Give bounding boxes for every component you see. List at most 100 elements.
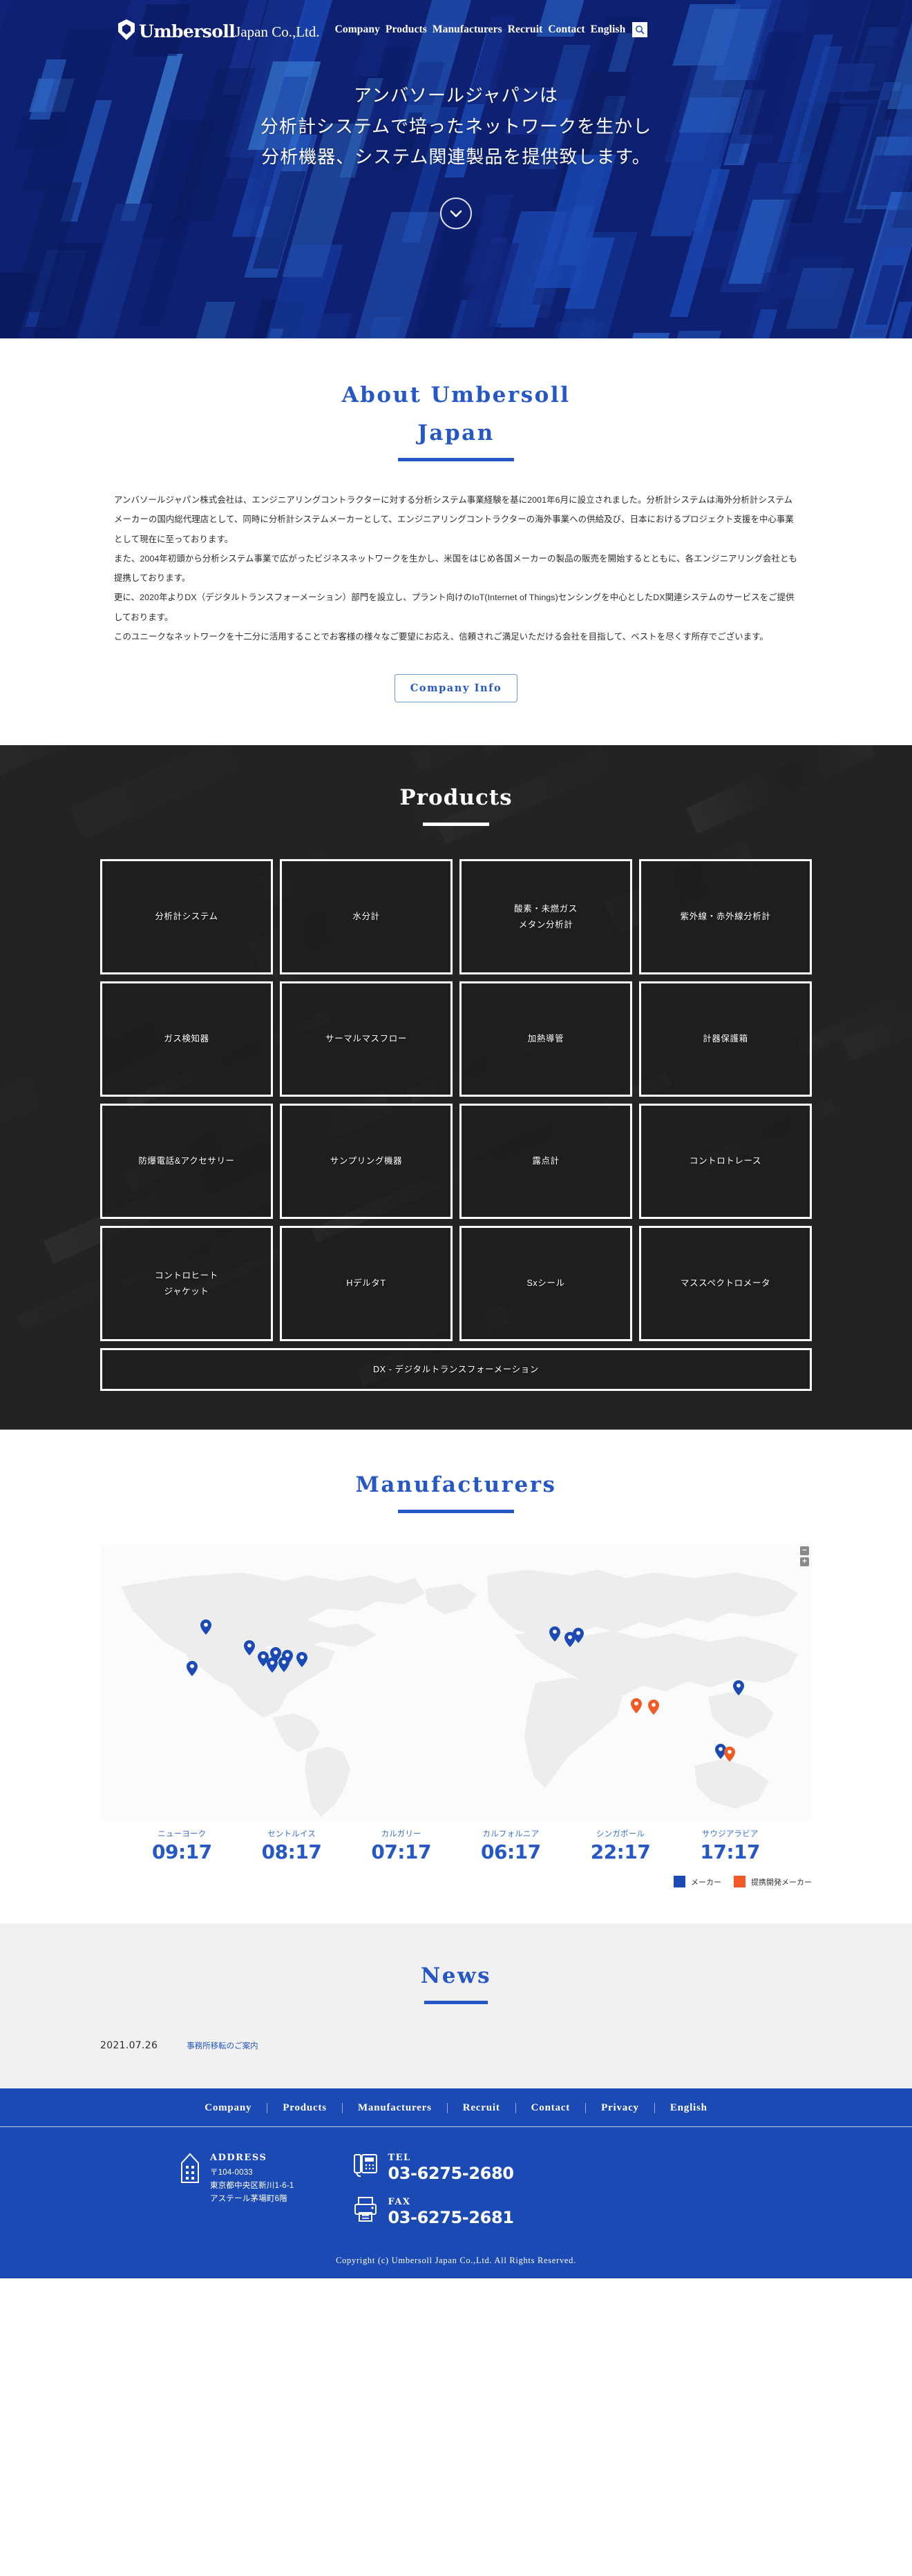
products-section: Products 分析計システム 水分計 酸素・未燃ガス メタン分析計 紫外線・赤外線… <box>0 745 912 1430</box>
nav-item-recruit[interactable]: Recruit <box>505 23 546 36</box>
hero-line-3: 分析機器、システム関連製品を提供致します。 <box>261 146 651 168</box>
product-tile[interactable]: 加熱導管 <box>459 981 632 1097</box>
product-tile[interactable]: コントロヒート ジャケット <box>100 1226 273 1342</box>
news-item-date: 2021.07.26 <box>100 2040 158 2052</box>
product-tile[interactable]: 計器保護箱 <box>639 981 812 1097</box>
product-tile[interactable]: 分析計システム <box>100 859 273 975</box>
clock-time-value: 07:17 <box>371 1840 431 1864</box>
nav-item-products[interactable]: Products <box>383 23 430 36</box>
product-tile-dx[interactable]: DX - デジタルトランスフォーメーション <box>100 1348 812 1392</box>
news-item[interactable]: 2021.07.26 事務所移転のご案内 <box>100 2037 812 2054</box>
clock-time-value: 22:17 <box>590 1840 651 1864</box>
about-body: アンバソールジャパン株式会社は、エンジニアリングコントラクターに対する分析システ… <box>114 490 798 646</box>
manufacturers-title-underline <box>398 1510 514 1514</box>
map-zoom-controls[interactable]: − + <box>800 1546 809 1567</box>
map-pin-maker[interactable] <box>733 1680 744 1696</box>
footer-nav-item-manufacturers[interactable]: Manufacturers <box>343 2102 447 2114</box>
product-tile-label: 水分計 <box>352 912 380 922</box>
legend-label: 提携開発メーカー <box>751 1878 812 1887</box>
about-paragraph-4: このユニークなネットワークを十二分に活用することでお客様の様々なご要望にお応え、… <box>114 631 768 642</box>
nav-item-manufacturers[interactable]: Manufacturers <box>430 23 505 36</box>
product-tile[interactable]: Sxシール <box>459 1226 632 1342</box>
product-tile[interactable]: サーマルマスフロー <box>280 981 453 1097</box>
clock-item: シンガポール 22:17 <box>591 1828 651 1863</box>
map-pin-partner[interactable] <box>648 1700 659 1715</box>
product-tile-label: 分析計システム <box>155 912 218 922</box>
footer-nav-item-contact[interactable]: Contact <box>516 2102 585 2114</box>
map-pin-maker[interactable] <box>187 1661 198 1677</box>
tel-value[interactable]: 03-6275-2680 <box>388 2164 514 2184</box>
product-tile-label: 加熱導管 <box>527 1034 564 1044</box>
hero-section: Umbersoll Japan Co.,Ltd. Company Product… <box>0 0 912 338</box>
product-tile-label: コントロヒート ジャケット <box>155 1270 218 1296</box>
map-zoom-in-button[interactable]: + <box>800 1557 809 1567</box>
about-paragraph-1: アンバソールジャパン株式会社は、エンジニアリングコントラクターに対する分析システ… <box>114 495 794 544</box>
about-title-line-2: Japan <box>417 421 495 445</box>
nav-item-company[interactable]: Company <box>332 23 383 36</box>
hero-line-2: 分析計システムで培ったネットワークを生かし <box>260 115 652 137</box>
clock-item: サウジアラビア 17:17 <box>700 1828 760 1863</box>
tel-label: TEL <box>388 2153 411 2164</box>
map-pin-maker[interactable] <box>244 1640 255 1656</box>
news-title-text: News <box>420 1963 492 1989</box>
about-paragraph-3: 更に、2020年よりDX（デジタルトランスフォーメーション）部門を設立し、プラン… <box>114 593 795 622</box>
footer-tel-row: TEL 03-6275-2680 <box>353 2152 514 2184</box>
footer-fax-row: FAX 03-6275-2681 <box>353 2196 514 2228</box>
site-logo[interactable]: Umbersoll Japan Co.,Ltd. <box>117 19 320 40</box>
news-section: News 2021.07.26 事務所移転のご案内 <box>0 1923 912 2089</box>
map-pin-maker[interactable] <box>267 1657 278 1673</box>
footer-nav-item-products[interactable]: Products <box>267 2102 342 2114</box>
fax-printer-icon <box>353 2196 378 2228</box>
clock-item: ニューヨーク 09:17 <box>152 1828 212 1863</box>
map-pin-maker[interactable] <box>573 1628 584 1644</box>
clock-city-label: カルガリー <box>381 1830 421 1839</box>
manufacturers-title: Manufacturers <box>0 1472 912 1497</box>
clock-city-label: サウジアラビア <box>701 1830 759 1839</box>
product-tile[interactable]: 防爆電話&アクセサリー <box>100 1104 273 1220</box>
footer-nav-item-recruit[interactable]: Recruit <box>448 2102 515 2114</box>
news-item-title[interactable]: 事務所移転のご案内 <box>187 2040 258 2051</box>
nav-item-english[interactable]: English <box>588 23 629 36</box>
footer-nav-item-company[interactable]: Company <box>189 2102 267 2114</box>
map-pin-maker[interactable] <box>278 1657 289 1673</box>
product-tile[interactable]: HデルタT <box>280 1226 453 1342</box>
product-tile[interactable]: 水分計 <box>280 859 453 975</box>
fax-value: 03-6275-2681 <box>388 2208 514 2228</box>
nav-item-contact[interactable]: Contact <box>545 23 587 36</box>
clock-time-value: 17:17 <box>700 1840 760 1864</box>
clock-item: セントルイス 08:17 <box>262 1828 322 1863</box>
about-section: About Umbersoll Japan アンバソールジャパン株式会社は、エン… <box>0 338 912 746</box>
clock-city-label: ニューヨーク <box>158 1830 207 1839</box>
legend-swatch <box>674 1876 685 1888</box>
footer-nav-item-english[interactable]: English <box>655 2102 723 2114</box>
product-tile-label: 紫外線・赤外線分析計 <box>680 912 771 922</box>
products-grid: 分析計システム 水分計 酸素・未燃ガス メタン分析計 紫外線・赤外線分析計 ガス検知器サ… <box>100 859 812 1342</box>
news-title: News <box>0 1963 912 1988</box>
map-pin-partner[interactable] <box>724 1747 735 1762</box>
product-tile[interactable]: ガス検知器 <box>100 981 273 1097</box>
chevron-down-icon <box>450 210 462 218</box>
product-tile[interactable]: マススペクトロメータ <box>639 1226 812 1342</box>
map-zoom-out-button[interactable]: − <box>800 1546 809 1556</box>
map-pin-maker[interactable] <box>549 1626 560 1642</box>
map-pin-partner[interactable] <box>631 1698 642 1714</box>
world-map[interactable]: − + <box>100 1545 812 1822</box>
legend-label: メーカー <box>691 1878 721 1887</box>
footer-nav-item-privacy[interactable]: Privacy <box>586 2102 654 2114</box>
legend-item: 提携開発メーカー <box>734 1876 812 1888</box>
search-button[interactable] <box>632 22 648 37</box>
logo-main-text: Umbersoll <box>139 21 236 41</box>
map-pin-maker[interactable] <box>296 1652 307 1668</box>
company-info-button[interactable]: Company Info <box>395 674 517 703</box>
product-tile[interactable]: 紫外線・赤外線分析計 <box>639 859 812 975</box>
product-tile[interactable]: コントロトレース <box>639 1104 812 1220</box>
product-tile[interactable]: 露点計 <box>459 1104 632 1220</box>
product-tile-label: サーマルマスフロー <box>325 1034 407 1044</box>
scroll-down-button[interactable] <box>440 198 472 230</box>
product-tile-label: ガス検知器 <box>164 1034 209 1044</box>
map-pin-maker[interactable] <box>200 1619 211 1635</box>
legend-item: メーカー <box>674 1876 721 1888</box>
product-tile[interactable]: サンプリング機器 <box>280 1104 453 1220</box>
product-tile-label: サンプリング機器 <box>330 1156 403 1166</box>
product-tile[interactable]: 酸素・未燃ガス メタン分析計 <box>459 859 632 975</box>
